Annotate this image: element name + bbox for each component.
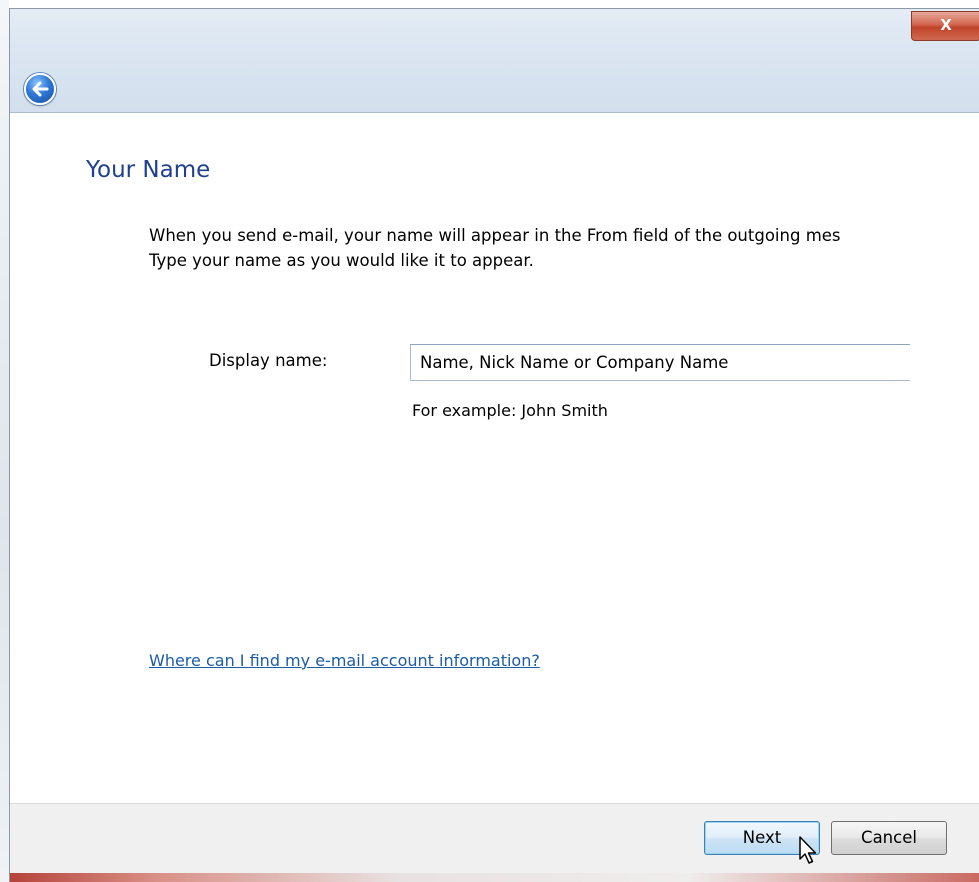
- back-arrow-icon: [32, 81, 49, 97]
- button-bar: Next Cancel: [10, 803, 979, 874]
- next-button[interactable]: Next: [704, 821, 820, 855]
- taskbar-edge: [10, 873, 979, 882]
- example-hint: For example: John Smith: [412, 401, 608, 420]
- intro-line-1: When you send e-mail, your name will app…: [149, 226, 841, 245]
- intro-text: When you send e-mail, your name will app…: [149, 223, 979, 273]
- wizard-content: Your Name When you send e-mail, your nam…: [10, 113, 979, 803]
- page-title: Your Name: [86, 157, 211, 183]
- cancel-button[interactable]: Cancel: [831, 821, 947, 855]
- back-button[interactable]: [24, 73, 56, 105]
- wizard-window: X Your Name When you send e-mail, your n…: [9, 8, 979, 882]
- intro-line-2: Type your name as you would like it to a…: [149, 251, 534, 270]
- close-button[interactable]: X: [911, 11, 979, 41]
- display-name-input[interactable]: [410, 344, 910, 381]
- title-bar: X: [10, 9, 979, 113]
- close-icon: X: [940, 16, 952, 34]
- display-name-label: Display name:: [209, 351, 328, 370]
- screen: X Your Name When you send e-mail, your n…: [0, 0, 979, 882]
- account-info-help-link[interactable]: Where can I find my e-mail account infor…: [149, 651, 540, 670]
- desktop-background: [0, 0, 9, 882]
